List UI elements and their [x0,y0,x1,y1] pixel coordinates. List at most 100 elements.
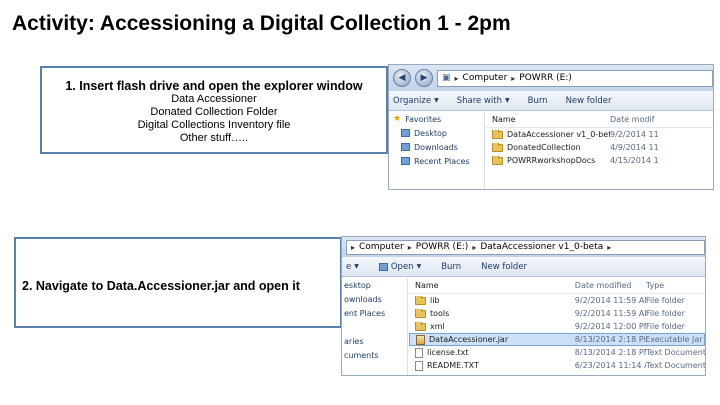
step1-item: Donated Collection Folder [150,106,278,118]
file-name: DonatedCollection [507,143,581,152]
address-box[interactable]: ▣ ▸ Computer ▸ POWRR (E:) [437,69,713,87]
file-type: File folder [645,309,685,318]
file-row-selected[interactable]: DataAccessioner.jar 8/13/2014 2:18 PM Ex… [409,333,705,346]
file-row[interactable]: DataAccessioner v1_0-beta 9/2/2014 11 [486,128,713,141]
column-date-modified[interactable]: Date modif [610,115,700,124]
open-button[interactable]: Open ▼ [378,262,422,272]
file-name: DataAccessioner v1_0-beta [507,130,610,139]
nav-downloads[interactable]: ownloads [342,292,407,306]
file-name: README.TXT [427,361,479,370]
file-row[interactable]: README.TXT 6/23/2014 11:14 AM Text Docum… [409,359,705,372]
file-date: 9/2/2014 11 [610,130,659,139]
downloads-icon [401,143,410,151]
address-box[interactable]: ▸ Computer ▸ POWRR (E:) ▸ DataAccessione… [346,239,705,255]
file-date: 9/2/2014 11:59 AM [574,309,646,318]
star-icon: ★ [393,114,402,124]
folder-icon [415,309,426,318]
nav-recent-places[interactable]: ent Places [342,306,407,320]
explorer-window-data-accessioner[interactable]: ▸ Computer ▸ POWRR (E:) ▸ DataAccessione… [341,236,706,376]
step1-callout: 1. Insert flash drive and open the explo… [40,66,388,154]
breadcrumb-folder[interactable]: DataAccessioner v1_0-beta [480,242,603,252]
folder-icon [492,156,503,165]
step2-heading: 2. Navigate to Data.Accessioner.jar and … [22,279,300,293]
burn-button[interactable]: Burn [528,96,548,106]
file-type: Text Document [645,361,705,370]
column-headers: Name Date modified Type [409,278,705,294]
file-row[interactable]: DonatedCollection 4/9/2014 11 [486,141,713,154]
file-date: 6/23/2014 11:14 AM [574,361,646,370]
forward-icon[interactable]: ▶ [415,69,433,87]
drive-icon: ▣ [442,73,451,83]
new-folder-button[interactable]: New folder [481,262,527,272]
column-name[interactable]: Name [486,115,610,124]
desktop-icon [401,129,410,137]
file-date: 9/2/2014 12:00 PM [574,322,646,331]
new-folder-button[interactable]: New folder [566,96,612,106]
text-file-icon [415,360,423,371]
file-row[interactable]: xml 9/2/2014 12:00 PM File folder [409,320,705,333]
column-name[interactable]: Name [409,281,575,290]
open-icon [378,262,388,271]
file-row[interactable]: POWRRworkshopDocs 4/15/2014 1 [486,154,713,167]
file-row[interactable]: tools 9/2/2014 11:59 AM File folder [409,307,705,320]
address-bar: ▸ Computer ▸ POWRR (E:) ▸ DataAccessione… [342,237,705,257]
folder-icon [415,322,426,331]
back-icon[interactable]: ◀ [393,69,411,87]
file-list: Name Date modified Type lib 9/2/2014 11:… [409,278,705,375]
column-type[interactable]: Type [646,281,705,290]
burn-button[interactable]: Burn [441,262,461,272]
breadcrumb-drive[interactable]: POWRR (E:) [416,242,469,252]
folder-icon [415,296,426,305]
breadcrumb-separator-icon: ▸ [472,242,477,252]
file-name: license.txt [427,348,469,357]
file-list: Name Date modif DataAccessioner v1_0-bet… [486,112,713,189]
nav-desktop[interactable]: esktop [342,278,407,292]
breadcrumb-computer[interactable]: Computer [359,242,404,252]
nav-recent-places[interactable]: Recent Places [389,154,484,168]
explorer-window-drive[interactable]: ◀ ▶ ▣ ▸ Computer ▸ POWRR (E:) Organize ▼ … [388,64,714,190]
nav-favorites[interactable]: ★ Favorites [389,112,484,126]
nav-desktop[interactable]: Desktop [389,126,484,140]
nav-documents[interactable]: cuments [342,348,407,362]
file-type: File folder [645,296,685,305]
breadcrumb-separator-icon: ▸ [607,242,612,252]
file-date: 4/15/2014 1 [610,156,659,165]
step1-heading: 1. Insert flash drive and open the explo… [65,79,363,93]
chevron-down-icon: ▼ [354,263,359,270]
file-row[interactable]: lib 9/2/2014 11:59 AM File folder [409,294,705,307]
file-name: POWRRworkshopDocs [507,156,596,165]
organize-button[interactable]: Organize ▼ [393,96,439,106]
breadcrumb-separator-icon: ▸ [407,242,412,252]
step2-callout: 2. Navigate to Data.Accessioner.jar and … [14,237,342,328]
file-name: tools [430,309,450,318]
share-with-button[interactable]: Share with ▼ [457,96,510,106]
column-date-modified[interactable]: Date modified [575,281,646,290]
chevron-down-icon: ▼ [416,263,422,270]
column-headers: Name Date modif [486,112,713,128]
breadcrumb-computer[interactable]: Computer [463,73,508,83]
navigation-pane: esktop ownloads ent Places aries cuments [342,278,408,375]
file-type: Executable Jar File [645,335,704,344]
file-type: Text Document [645,348,705,357]
nav-libraries[interactable]: aries [342,334,407,348]
file-type: File folder [645,322,685,331]
file-date: 8/13/2014 2:18 PM [574,335,646,344]
navigation-pane: ★ Favorites Desktop Downloads Recent Plac… [389,112,485,189]
step1-item: Digital Collections Inventory file [137,119,291,131]
folder-icon [492,143,503,152]
explorer-toolbar: Organize ▼ Share with ▼ Burn New folder [389,91,713,111]
explorer-toolbar: e ▼ Open ▼ Burn New folder [342,257,705,277]
breadcrumb-separator-icon: ▸ [511,73,516,83]
file-date: 8/13/2014 2:18 PM [574,348,646,357]
chevron-down-icon: ▼ [504,97,510,104]
nav-downloads[interactable]: Downloads [389,140,484,154]
step1-item: Other stuff….. [179,132,249,144]
file-row[interactable]: license.txt 8/13/2014 2:18 PM Text Docum… [409,346,705,359]
slide-title: Activity: Accessioning a Digital Collect… [12,12,511,35]
file-name: DataAccessioner.jar [429,335,509,344]
step1-item: Data Accessioner [171,93,257,105]
organize-button[interactable]: e ▼ [346,262,359,272]
file-name: xml [430,322,445,331]
breadcrumb-drive[interactable]: POWRR (E:) [519,73,572,83]
